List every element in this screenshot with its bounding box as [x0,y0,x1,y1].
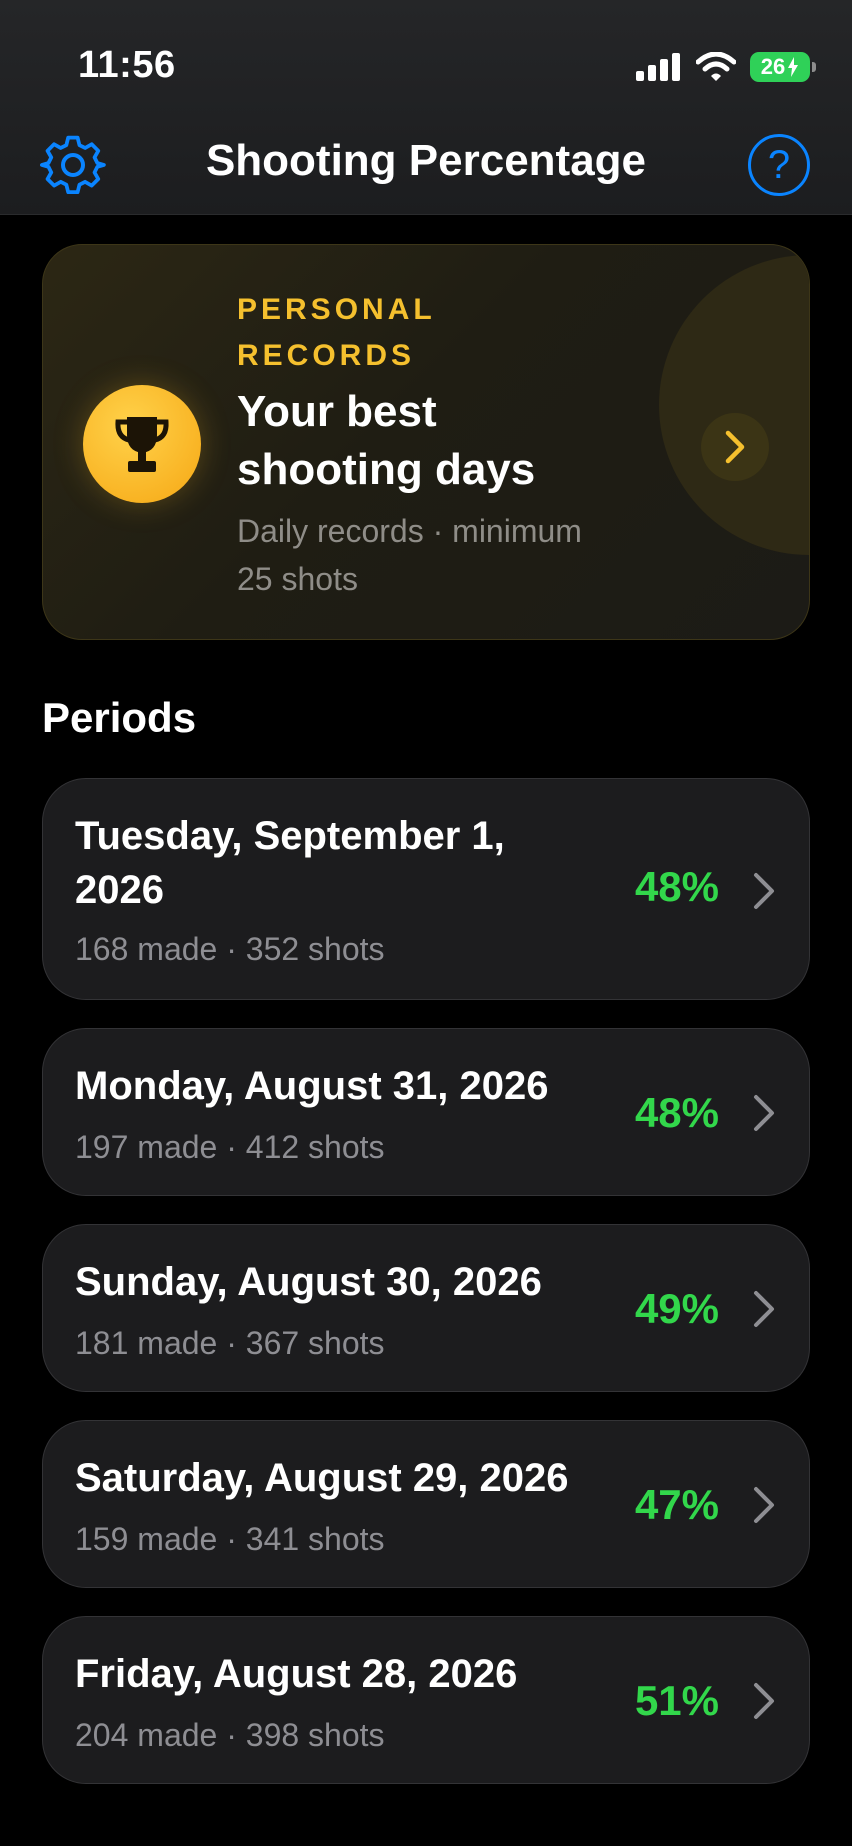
period-row[interactable]: Tuesday, September 1, 2026 168 made · 35… [42,778,810,1000]
period-made: 159 made [75,1521,218,1557]
period-row[interactable]: Sunday, August 30, 2026 181 made · 367 s… [42,1224,810,1392]
period-made: 197 made [75,1129,218,1165]
period-stats: 159 made · 341 shots [75,1521,385,1557]
help-button[interactable]: ? [748,134,810,196]
battery-level: 26 [760,54,786,79]
period-percentage: 47% [634,1481,719,1528]
period-percentage: 48% [634,1089,719,1136]
period-stats: 197 made · 412 shots [75,1129,385,1165]
records-eyebrow: PERSONAL RECORDS [237,293,436,372]
chevron-right-icon [754,1487,774,1523]
period-shots: 412 shots [245,1129,385,1165]
period-date: Sunday, August 30, 2026 [75,1260,542,1304]
chevron-right-icon [725,430,745,464]
period-stats: 181 made · 367 shots [75,1325,385,1361]
period-made: 181 made [75,1325,218,1361]
period-row[interactable]: Monday, August 31, 2026 197 made · 412 s… [42,1028,810,1196]
battery-indicator: 26 [750,52,816,82]
status-time: 11:56 [78,44,176,86]
period-made: 204 made [75,1717,218,1753]
chevron-right-icon [754,1291,774,1327]
period-percentage: 48% [634,863,719,910]
chevron-right-icon [754,1683,774,1719]
records-title: Your best shooting days [237,387,536,494]
period-shots: 398 shots [245,1717,385,1753]
top-bar: 11:56 26 Shooting Percentage ? [0,0,852,215]
section-title-periods: Periods [42,694,197,741]
records-chevron-button[interactable] [701,413,769,481]
period-made: 168 made [75,931,218,967]
charging-bolt-icon [788,57,799,77]
period-row[interactable]: Friday, August 28, 2026 204 made · 398 s… [42,1616,810,1784]
period-percentage: 49% [634,1285,719,1332]
period-percentage: 51% [634,1677,719,1724]
wifi-icon [696,52,736,81]
chevron-right-icon [754,873,774,909]
period-date: Monday, August 31, 2026 [75,1064,549,1108]
period-shots: 352 shots [245,931,385,967]
chevron-right-icon [754,1095,774,1131]
page-title: Shooting Percentage [205,136,647,185]
period-date: Saturday, August 29, 2026 [75,1456,569,1500]
period-stats: 168 made · 352 shots [75,931,385,967]
period-date: Tuesday, September 1, 2026 [75,814,505,912]
period-date: Friday, August 28, 2026 [75,1652,518,1696]
status-icons: 26 [636,50,816,84]
period-stats: 204 made · 398 shots [75,1717,385,1753]
records-card-decoration [659,255,809,555]
personal-records-card[interactable]: PERSONAL RECORDS Your best shooting days… [42,244,810,640]
period-shots: 367 shots [245,1325,385,1361]
cellular-signal-icon [636,53,680,81]
trophy-icon [83,385,201,503]
period-shots: 341 shots [245,1521,385,1557]
period-row[interactable]: Saturday, August 29, 2026 159 made · 341… [42,1420,810,1588]
records-subtitle: Daily records · minimum 25 shots [237,513,582,597]
